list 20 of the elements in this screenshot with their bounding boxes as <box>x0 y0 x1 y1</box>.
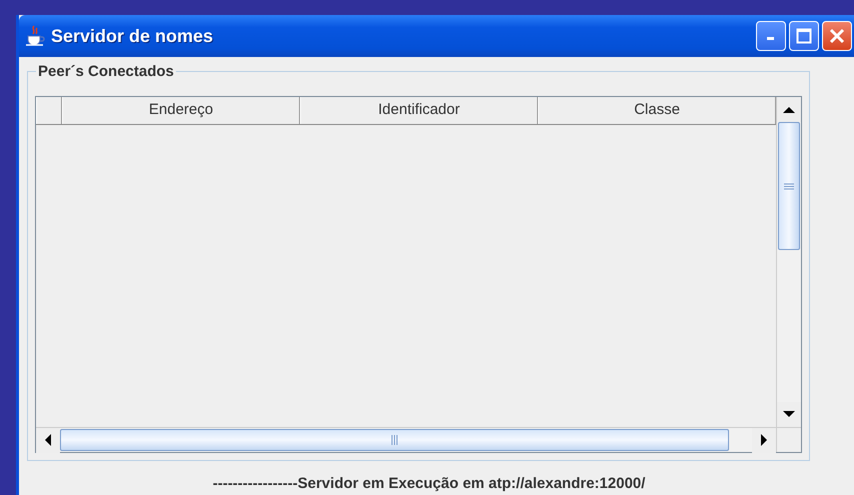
scroll-thumb[interactable] <box>778 122 800 250</box>
left-arrow-icon <box>44 434 52 446</box>
minimize-button[interactable] <box>756 21 786 51</box>
window-title: Servidor de nomes <box>51 24 214 48</box>
right-arrow-icon <box>760 434 768 446</box>
down-arrow-icon <box>783 410 795 418</box>
coffee-cup-icon <box>25 25 45 47</box>
up-arrow-icon <box>783 106 795 114</box>
column-header[interactable]: Endereço <box>62 97 300 124</box>
column-header[interactable]: Classe <box>538 97 776 124</box>
scrollbar-corner <box>776 426 801 452</box>
status-text: -----------------Servidor em Execução em atp://alexandre:12000/ <box>212 474 646 494</box>
maximize-button[interactable] <box>789 21 819 51</box>
close-button[interactable] <box>822 21 852 51</box>
horizontal-scrollbar[interactable] <box>36 426 776 452</box>
maximize-icon <box>796 28 812 44</box>
scroll-thumb[interactable] <box>60 428 729 450</box>
close-icon <box>828 27 846 45</box>
column-header[interactable]: Identificador <box>300 97 538 124</box>
vertical-scrollbar[interactable] <box>776 97 801 426</box>
